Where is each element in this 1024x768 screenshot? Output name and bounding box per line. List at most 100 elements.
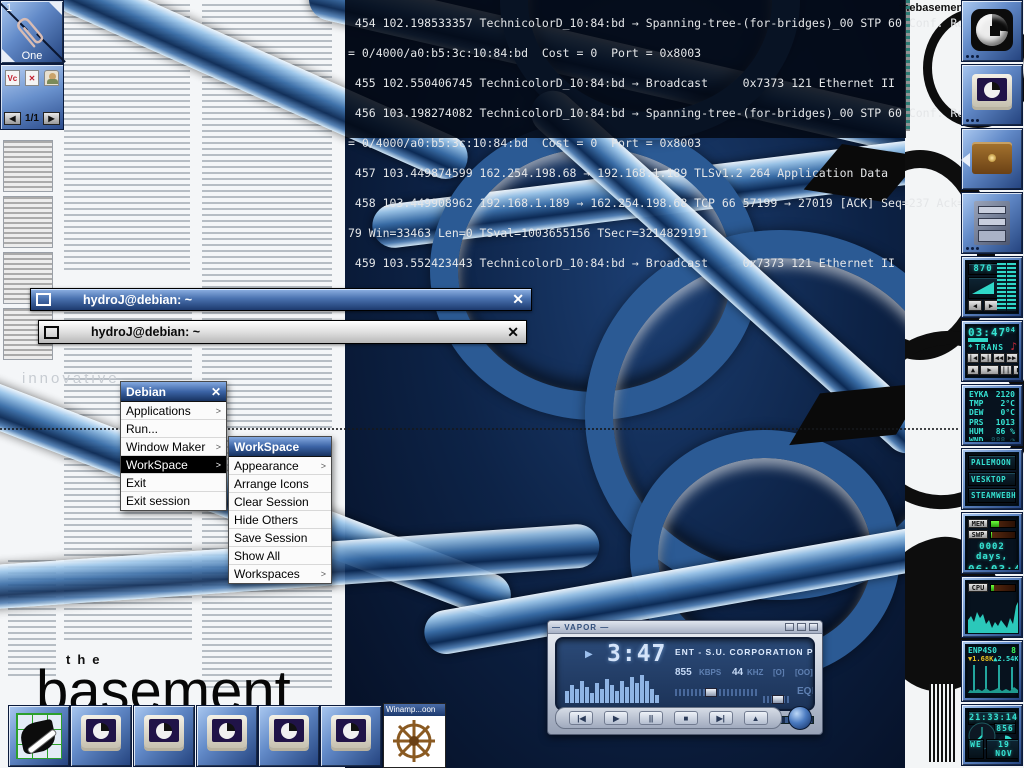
launcher-vesktop-button[interactable]: VESKTOP xyxy=(968,472,1016,487)
workspace-clip[interactable]: 1 One xyxy=(0,0,64,64)
file-delete-icon[interactable]: ✕ xyxy=(25,70,40,86)
launcher-palemoon-button[interactable]: PALEMOON xyxy=(968,455,1016,470)
next-button[interactable]: ▶| xyxy=(709,711,733,725)
stop-button[interactable]: ■ xyxy=(674,711,698,725)
winamp-tile-titlebar[interactable]: Winamp...oon xyxy=(384,704,445,716)
pager-next-button[interactable]: ▶ xyxy=(43,112,60,125)
dock-tile-clock[interactable]: 21:33:14 856 WE 19 NOV xyxy=(961,704,1023,766)
play-indicator-icon: ▶ xyxy=(585,649,593,660)
shade-icon[interactable] xyxy=(797,623,806,631)
menu-item-hide-others[interactable]: Hide Others xyxy=(229,511,331,529)
menu-item-arrange-icons[interactable]: Arrange Icons xyxy=(229,475,331,493)
volume-slider[interactable] xyxy=(675,689,757,696)
dock-tile-cpu[interactable]: CPU xyxy=(961,576,1023,638)
mixer-next-channel-button[interactable]: ▶ xyxy=(984,300,998,311)
dock-tile-weather[interactable]: EYKA2120 TMP2°C DEW0°C PRS1013 HUM86 % W… xyxy=(961,384,1023,446)
winamp-track-title: ENT - S.U. CORPORATION PROUDLY xyxy=(675,647,815,657)
terminal-scrollbar[interactable] xyxy=(906,0,910,131)
menu-item-run[interactable]: Run... xyxy=(121,420,226,438)
menu-item-applications[interactable]: Applications > xyxy=(121,402,226,420)
winamp-titlebar[interactable]: — VAPOR — xyxy=(548,621,822,634)
terminal-window[interactable]: 454 102.198533357 TechnicolorD_10:84:bd … xyxy=(345,0,906,138)
terminal-line: 79 Win=33463 Len=0 TSval=1003655156 TSec… xyxy=(348,226,903,241)
menu-item-exit[interactable]: Exit xyxy=(121,474,226,492)
menu-item-exit-session[interactable]: Exit session xyxy=(121,492,226,510)
launcher-steamwebhelper-button[interactable]: STEAMWEBH xyxy=(968,488,1016,503)
dock-tile-drawer[interactable] xyxy=(961,128,1023,190)
root-menu-titlebar[interactable]: Debian ✕ xyxy=(121,382,226,402)
mixer-prev-channel-button[interactable]: ◀ xyxy=(968,300,982,311)
winamp-miniwindow-tile[interactable]: Winamp...oon xyxy=(383,703,446,768)
uptime-days: 0002 days, xyxy=(968,542,1016,562)
play-button[interactable]: ▶ xyxy=(604,711,628,725)
volume-wedge-icon[interactable] xyxy=(968,277,998,299)
close-icon[interactable]: ✕ xyxy=(500,324,526,341)
remote-stop-button[interactable]: ■ xyxy=(1013,365,1019,375)
window-titlebar-terminal2[interactable]: hydroJ@debian: ~ ✕ xyxy=(38,320,527,344)
terminal-line: = 0/4000/a0:b5:3c:10:84:bd Cost = 0 Port… xyxy=(348,46,903,61)
window-menu-icon[interactable] xyxy=(44,326,59,339)
close-icon[interactable] xyxy=(809,623,818,631)
dock-tile-mixer[interactable]: 870 ◀ ▶ xyxy=(961,256,1023,318)
dock-tile-wprefs[interactable] xyxy=(8,705,70,767)
weekday: WE xyxy=(968,739,984,759)
close-icon[interactable]: ✕ xyxy=(505,291,531,308)
menu-item-appearance[interactable]: Appearance > xyxy=(229,457,331,475)
remote-rewind-button[interactable]: ◀◀ xyxy=(993,353,1005,363)
pager-prev-button[interactable]: ◀ xyxy=(4,112,21,125)
menu-item-save-session[interactable]: Save Session xyxy=(229,529,331,547)
dock-tile-wmaker[interactable] xyxy=(961,0,1023,62)
terminal-monitor-icon xyxy=(331,715,371,748)
music-note-icon: ♪ xyxy=(1010,340,1017,353)
menu-item-workspace[interactable]: WorkSpace > xyxy=(121,456,226,474)
remote-pause-button[interactable]: || xyxy=(1000,365,1012,375)
remote-eject-button[interactable]: ▲ xyxy=(967,365,979,375)
dock-tile-filemanager[interactable] xyxy=(961,192,1023,254)
vc-launcher-icon[interactable]: Vc xyxy=(5,70,20,86)
internet-beats: 856 xyxy=(994,723,1016,734)
menu-item-window-maker[interactable]: Window Maker > xyxy=(121,438,226,456)
drawer-open-arrow-icon[interactable] xyxy=(961,153,970,167)
remote-next-button[interactable]: ▶| xyxy=(980,353,992,363)
dock-tile-terminal[interactable] xyxy=(196,705,258,767)
winamp-bitrate-unit: KBPS xyxy=(699,668,721,677)
terminal-monitor-icon xyxy=(207,715,247,748)
close-icon[interactable]: ✕ xyxy=(211,385,221,399)
playlist-button[interactable]: PL xyxy=(812,686,815,697)
dock-tile-player-remote[interactable]: 03:47 04 * TRANS ♪ |◀ ▶| ◀◀ ▶▶ ▲ ▶ || ■ xyxy=(961,320,1023,382)
menu-item-clear-session[interactable]: Clear Session xyxy=(229,493,331,511)
eq-button[interactable]: EQ xyxy=(797,686,811,697)
remote-play-button[interactable]: ▶ xyxy=(980,365,999,375)
dock-tile-terminal[interactable] xyxy=(70,705,132,767)
dock-tile-terminal[interactable] xyxy=(961,64,1023,126)
windowmaker-logo-icon xyxy=(971,9,1013,51)
window-menu-icon[interactable] xyxy=(36,293,51,306)
dock-tile-memory[interactable]: MEM SWP 0002 days, 06:03:42 xyxy=(961,512,1023,574)
submenu-arrow-icon: > xyxy=(216,442,221,452)
clip-next-workspace-button[interactable] xyxy=(49,2,62,15)
window-titlebar-terminal1[interactable]: hydroJ@debian: ~ ✕ xyxy=(30,288,532,311)
paperclip-icon xyxy=(11,9,57,55)
user-icon[interactable] xyxy=(44,70,59,86)
remote-forward-button[interactable]: ▶▶ xyxy=(1006,353,1018,363)
dock-tile-terminal[interactable] xyxy=(258,705,320,767)
menu-item-show-all[interactable]: Show All xyxy=(229,547,331,565)
dock-tile-terminal[interactable] xyxy=(320,705,382,767)
previous-button[interactable]: |◀ xyxy=(569,711,593,725)
balance-slider[interactable] xyxy=(763,696,791,703)
winamp-display: ▶ 3:47 ENT - S.U. CORPORATION PROUDLY xyxy=(555,637,815,711)
menu-item-workspaces[interactable]: Workspaces > xyxy=(229,565,331,583)
mem-usage-bar xyxy=(990,520,1016,528)
terminal-line: 457 103.449874599 162.254.198.68 → 192.1… xyxy=(348,166,903,181)
drawer-pager-dockapp[interactable]: Vc ✕ ◀ 1/1 ▶ xyxy=(0,64,64,130)
pause-button[interactable]: || xyxy=(639,711,663,725)
wallpaper-thumbnail xyxy=(3,196,53,248)
eject-button[interactable]: ▲ xyxy=(744,711,768,725)
net-traffic-graph xyxy=(968,663,1019,693)
dock-tile-terminal[interactable] xyxy=(133,705,195,767)
dock-tile-network[interactable]: ENP4S0 8 ▼1.68K ▲2.54K ▼445 ▲66.0 xyxy=(961,640,1023,702)
mem-label: MEM xyxy=(968,519,988,528)
remote-prev-button[interactable]: |◀ xyxy=(967,353,979,363)
workspace-menu-titlebar[interactable]: WorkSpace xyxy=(229,437,331,457)
minimize-icon[interactable] xyxy=(785,623,794,631)
